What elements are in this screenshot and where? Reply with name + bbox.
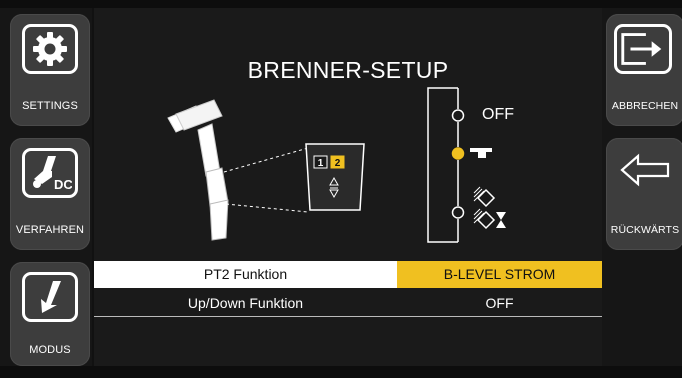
row-divider bbox=[397, 316, 602, 317]
exit-arrow-icon bbox=[614, 24, 672, 74]
remote-control-icon: 1 2 bbox=[305, 143, 365, 211]
gear-icon bbox=[22, 24, 78, 74]
diamond-level-icon bbox=[473, 186, 496, 208]
option-off-label: OFF bbox=[482, 106, 514, 123]
right-button-column: ABBRECHEN RÜCKWÄRTS bbox=[602, 8, 682, 366]
rueckwaerts-button[interactable]: RÜCKWÄRTS bbox=[606, 138, 682, 250]
modus-label: MODUS bbox=[29, 344, 71, 356]
screen: SETTINGS DC VERFAHREN MODUS BRENNER-SETU… bbox=[0, 0, 682, 378]
settings-button[interactable]: SETTINGS bbox=[10, 14, 90, 126]
row-value: B-LEVEL STROM bbox=[397, 261, 602, 288]
abbrechen-button[interactable]: ABBRECHEN bbox=[606, 14, 682, 126]
modus-button[interactable]: MODUS bbox=[10, 262, 90, 366]
verfahren-label: VERFAHREN bbox=[15, 224, 85, 236]
pt-key-2: 2 bbox=[335, 158, 341, 169]
table-row[interactable]: Up/Down Funktion OFF bbox=[94, 290, 602, 317]
diamond-hourglass-icon bbox=[473, 208, 506, 230]
row-value: OFF bbox=[485, 295, 514, 311]
pt-key-1: 1 bbox=[318, 158, 324, 169]
torch-diagram: 1 2 bbox=[167, 87, 506, 243]
arrow-down-left-icon bbox=[22, 272, 78, 322]
dc-badge: DC bbox=[54, 177, 72, 192]
verfahren-button[interactable]: DC VERFAHREN bbox=[10, 138, 90, 250]
frame-top bbox=[0, 0, 682, 8]
radio-off bbox=[451, 109, 465, 122]
row-name: PT2 Funktion bbox=[94, 261, 397, 288]
back-arrow-icon bbox=[618, 150, 674, 195]
welding-torch-icon bbox=[167, 99, 229, 241]
frame-bottom bbox=[0, 366, 682, 378]
abbrechen-label: ABBRECHEN bbox=[611, 100, 679, 112]
settings-label: SETTINGS bbox=[22, 100, 78, 112]
torch-dc-icon: DC bbox=[22, 148, 78, 198]
radio-current-selected bbox=[451, 147, 465, 160]
radio-diamond bbox=[451, 206, 465, 219]
table-row[interactable]: PT2 Funktion B-LEVEL STROM bbox=[94, 261, 602, 288]
rueckwaerts-label: RÜCKWÄRTS bbox=[610, 224, 680, 236]
row-name: Up/Down Funktion bbox=[187, 295, 304, 311]
current-level-icon bbox=[470, 148, 492, 158]
left-button-column: SETTINGS DC VERFAHREN MODUS bbox=[0, 8, 92, 366]
row-divider bbox=[94, 316, 397, 317]
